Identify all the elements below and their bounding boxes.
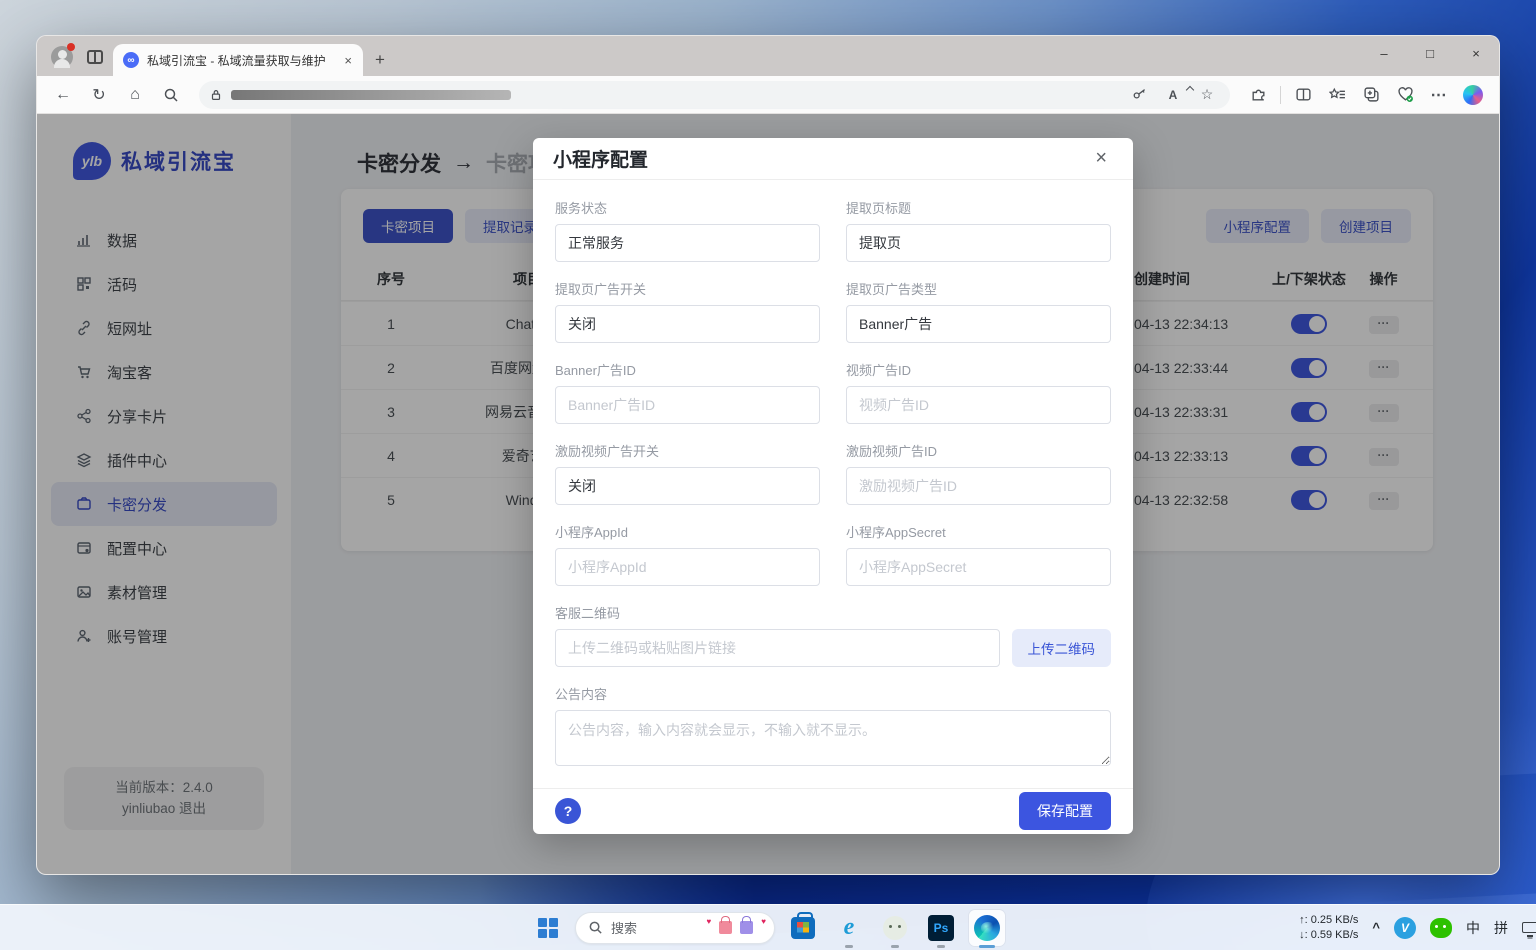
search-icon — [588, 920, 603, 935]
microsoft-store-icon[interactable] — [785, 910, 821, 946]
field-label: 小程序AppId — [555, 522, 820, 541]
heart-icon: ♥ — [707, 917, 712, 926]
browser-titlebar: ∞ 私域引流宝 - 私域流量获取与维护 × + – □ × — [37, 36, 1499, 76]
browser-tab[interactable]: ∞ 私域引流宝 - 私域流量获取与维护 × — [113, 44, 363, 76]
field-service-status: 服务状态 — [555, 198, 820, 262]
luggage-icon — [719, 921, 732, 934]
tab-title: 私域引流宝 - 私域流量获取与维护 — [147, 52, 333, 69]
field-qr-code: 客服二维码 上传二维码 — [555, 603, 1111, 667]
field-label: 视频广告ID — [846, 360, 1111, 379]
field-label: 小程序AppSecret — [846, 522, 1111, 541]
luggage-icon — [740, 921, 753, 934]
taskbar-search[interactable]: 搜索 ♥ ♥ — [575, 912, 775, 944]
field-page-title: 提取页标题 — [846, 198, 1111, 262]
redacted-url — [231, 90, 511, 100]
tab-close-icon[interactable]: × — [341, 53, 355, 68]
ad-type-select[interactable] — [846, 305, 1111, 343]
upload-qr-button[interactable]: 上传二维码 — [1012, 629, 1112, 667]
field-notice: 公告内容 — [555, 684, 1111, 771]
field-label: 提取页标题 — [846, 198, 1111, 217]
internet-explorer-icon[interactable]: e — [831, 910, 867, 946]
back-button[interactable]: ← — [47, 80, 79, 110]
copilot-icon[interactable] — [1457, 80, 1489, 110]
reward-video-switch-select[interactable] — [555, 467, 820, 505]
wechat-icon[interactable] — [1430, 918, 1452, 938]
window-maximize-button[interactable]: □ — [1407, 36, 1453, 70]
notification-dot — [67, 43, 75, 51]
ad-switch-select[interactable] — [555, 305, 820, 343]
field-label: 激励视频广告开关 — [555, 441, 820, 460]
field-label: 提取页广告类型 — [846, 279, 1111, 298]
browser-essentials-icon[interactable] — [1389, 80, 1421, 110]
refresh-button[interactable]: ↻ — [83, 80, 115, 110]
browser-toolbar: ← ↻ ⌂ A ☆ — [37, 76, 1499, 114]
collections-icon[interactable] — [1321, 80, 1353, 110]
system-tray: ↑: 0.25 KB/s ↓: 0.59 KB/s ^ V 中 拼 — [1299, 905, 1536, 950]
address-bar[interactable]: A ☆ — [199, 81, 1230, 109]
field-label: Banner广告ID — [555, 360, 820, 379]
field-banner-ad-id: Banner广告ID — [555, 360, 820, 424]
chat-app-icon[interactable] — [877, 910, 913, 946]
field-appid: 小程序AppId — [555, 522, 820, 586]
banner-ad-id-input[interactable] — [555, 386, 820, 424]
taskbar: 搜索 ♥ ♥ e Ps ↑: 0.25 KB/s ↓: 0.59 KB/s ^ … — [0, 904, 1536, 950]
home-button[interactable]: ⌂ — [119, 80, 151, 110]
lock-icon — [209, 88, 223, 102]
new-tab-button[interactable]: + — [375, 50, 385, 70]
field-label: 服务状态 — [555, 198, 820, 217]
field-ad-switch: 提取页广告开关 — [555, 279, 820, 343]
tray-app-icon[interactable]: V — [1394, 917, 1416, 939]
field-label: 激励视频广告ID — [846, 441, 1111, 460]
page-title-input[interactable] — [846, 224, 1111, 262]
tab-favicon-icon: ∞ — [123, 52, 139, 68]
modal-title: 小程序配置 — [553, 145, 1089, 172]
pinyin-indicator[interactable]: 拼 — [1494, 918, 1508, 938]
qr-url-input[interactable] — [555, 629, 1000, 667]
field-ad-type: 提取页广告类型 — [846, 279, 1111, 343]
field-video-ad-id: 视频广告ID — [846, 360, 1111, 424]
appsecret-input[interactable] — [846, 548, 1111, 586]
window-minimize-button[interactable]: – — [1361, 36, 1407, 70]
extensions-icon[interactable] — [1242, 80, 1274, 110]
video-ad-id-input[interactable] — [846, 386, 1111, 424]
read-aloud-icon[interactable]: A — [1160, 88, 1186, 102]
field-label: 提取页广告开关 — [555, 279, 820, 298]
save-config-button[interactable]: 保存配置 — [1019, 792, 1111, 830]
favorite-star-icon[interactable]: ☆ — [1194, 86, 1220, 103]
tab-group-icon[interactable] — [1355, 80, 1387, 110]
start-button[interactable] — [531, 911, 565, 945]
field-reward-video-id: 激励视频广告ID — [846, 441, 1111, 505]
field-label: 公告内容 — [555, 684, 1111, 703]
settings-more-icon[interactable]: ⋯ — [1423, 80, 1455, 110]
split-screen-icon[interactable] — [1287, 80, 1319, 110]
field-label: 客服二维码 — [555, 603, 1111, 622]
help-icon[interactable]: ? — [555, 798, 581, 824]
miniprogram-config-modal: 小程序配置 × 服务状态 提取页标题 提取页广告 — [533, 138, 1133, 834]
network-speed: ↑: 0.25 KB/s ↓: 0.59 KB/s — [1299, 913, 1358, 943]
photoshop-icon[interactable]: Ps — [923, 910, 959, 946]
service-status-select[interactable] — [555, 224, 820, 262]
desktop: ∞ 私域引流宝 - 私域流量获取与维护 × + – □ × ← ↻ ⌂ — [0, 0, 1536, 950]
field-appsecret: 小程序AppSecret — [846, 522, 1111, 586]
reward-video-id-input[interactable] — [846, 467, 1111, 505]
page-viewport: ylb 私域引流宝 数据 活码 短网址 — [37, 114, 1499, 874]
notice-textarea[interactable] — [555, 710, 1111, 766]
modal-close-icon[interactable]: × — [1089, 145, 1113, 172]
edge-icon[interactable] — [969, 910, 1005, 946]
window-close-button[interactable]: × — [1453, 36, 1499, 70]
profile-avatar[interactable] — [51, 46, 73, 68]
appid-input[interactable] — [555, 548, 820, 586]
heart-icon: ♥ — [761, 917, 766, 926]
password-key-icon[interactable] — [1126, 87, 1152, 102]
display-icon[interactable] — [1522, 922, 1536, 933]
field-reward-video-switch: 激励视频广告开关 — [555, 441, 820, 505]
tab-actions-icon[interactable] — [87, 50, 103, 64]
search-icon[interactable] — [155, 80, 187, 110]
browser-window: ∞ 私域引流宝 - 私域流量获取与维护 × + – □ × ← ↻ ⌂ — [36, 35, 1500, 875]
ime-indicator[interactable]: 中 — [1466, 918, 1480, 938]
search-placeholder: 搜索 — [611, 918, 699, 937]
tray-chevron-icon[interactable]: ^ — [1372, 920, 1380, 935]
